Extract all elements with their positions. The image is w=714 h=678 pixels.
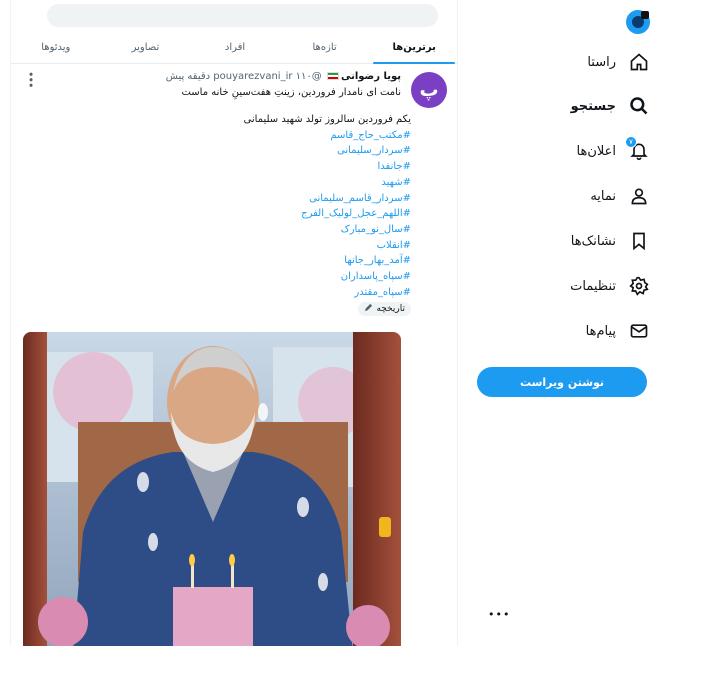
sidebar-item-label: اعلان‌ها: [576, 143, 617, 159]
sidebar-item-label: تنظیمات: [570, 278, 616, 294]
author-bio: نامت ای نامدار فروردین، زینتِ هفت‌سینِ خ…: [181, 87, 401, 98]
sidebar-item-label: پیام‌ها: [585, 323, 616, 339]
bookmark-icon: [628, 230, 650, 252]
hashtag-link[interactable]: #شهید: [31, 175, 411, 191]
hashtag-link[interactable]: #سال_نو_مبارک: [31, 222, 411, 238]
hashtag-link[interactable]: #سردار_سلیمانی: [31, 143, 411, 159]
post-text-line: یکم فروردین سالروز تولد شهید سلیمانی: [243, 114, 411, 125]
hashtag-link[interactable]: #انقلاب: [31, 238, 411, 254]
post-header: پویا رضوانی @pouyarezvani_ir ۱۱۰ دقیقه پ…: [166, 71, 401, 82]
notification-badge: ۷: [625, 136, 637, 148]
sidebar-item-label: نشانک‌ها: [570, 233, 616, 249]
iran-flag-icon: [326, 72, 339, 80]
post-image[interactable]: [23, 332, 401, 646]
sidebar-item-notifications[interactable]: ۷ اعلان‌ها: [576, 136, 651, 165]
tab-images[interactable]: تصاویر: [101, 32, 191, 63]
hashtag-link[interactable]: #آمد_بهار_جانها: [31, 253, 411, 269]
explore-tabs: برترین‌ها تازه‌ها افراد تصاویر ویدئوها: [11, 32, 457, 64]
tab-top[interactable]: برترین‌ها: [369, 32, 457, 64]
tab-latest[interactable]: تازه‌ها: [280, 32, 370, 63]
logo-icon[interactable]: [626, 10, 650, 34]
sidebar-item-label: نمایه: [590, 188, 616, 204]
hashtag-link[interactable]: #سپاه_پاسداران: [31, 269, 411, 285]
app-page: برترین‌ها تازه‌ها افراد تصاویر ویدئوها پ…: [0, 0, 714, 678]
sidebar-item-bookmarks[interactable]: نشانک‌ها: [571, 227, 650, 255]
hashtag-link[interactable]: #سپاه_مقتدر: [31, 285, 411, 301]
history-chip[interactable]: تاریخچه: [358, 302, 411, 316]
post-illustration: [23, 332, 401, 646]
sidebar: راستا جستجو ۷ اعلان‌ها نمایه: [470, 0, 714, 678]
hashtag-link[interactable]: #جانفدا: [31, 159, 411, 175]
mail-icon: [628, 320, 650, 342]
search-icon: [628, 95, 650, 117]
history-chip-label: تاریخچه: [376, 304, 405, 314]
account-menu-icon[interactable]: •••: [488, 608, 510, 621]
more-options-icon[interactable]: •••: [24, 71, 37, 87]
home-icon: [628, 51, 650, 73]
author-name[interactable]: پویا رضوانی: [341, 71, 401, 82]
user-icon: [628, 185, 650, 207]
bell-icon: ۷: [625, 136, 650, 162]
gear-icon: [628, 275, 650, 297]
sidebar-item-messages[interactable]: پیام‌ها: [586, 317, 650, 345]
hashtag-link[interactable]: #سردار_قاسم_سلیمانی: [31, 191, 411, 207]
compose-button[interactable]: نوشتن ویراست: [477, 367, 647, 397]
tab-videos[interactable]: ویدئوها: [11, 32, 101, 63]
sidebar-item-settings[interactable]: تنظیمات: [570, 272, 650, 300]
post-card[interactable]: پ ••• پویا رضوانی @pouyarezvani_ir ۱۱۰ د…: [11, 66, 457, 646]
explore-feed: برترین‌ها تازه‌ها افراد تصاویر ویدئوها پ…: [10, 0, 458, 646]
sidebar-item-profile[interactable]: نمایه: [590, 182, 650, 210]
hashtag-link[interactable]: #مکتب_حاج_قاسم: [31, 128, 411, 144]
sidebar-item-search[interactable]: جستجو: [571, 92, 650, 120]
avatar[interactable]: پ: [411, 72, 447, 108]
sidebar-item-label: جستجو: [570, 98, 616, 114]
post-text: یکم فروردین سالروز تولد شهید سلیمانی #مک…: [31, 112, 411, 300]
tab-people[interactable]: افراد: [190, 32, 280, 63]
sidebar-item-label: راستا: [587, 54, 616, 70]
hashtag-link[interactable]: #اللهم_عجل_لولیک_الفرج: [31, 206, 411, 222]
sidebar-item-home[interactable]: راستا: [587, 48, 650, 76]
search-input[interactable]: [47, 4, 438, 27]
pencil-icon: [364, 303, 373, 315]
